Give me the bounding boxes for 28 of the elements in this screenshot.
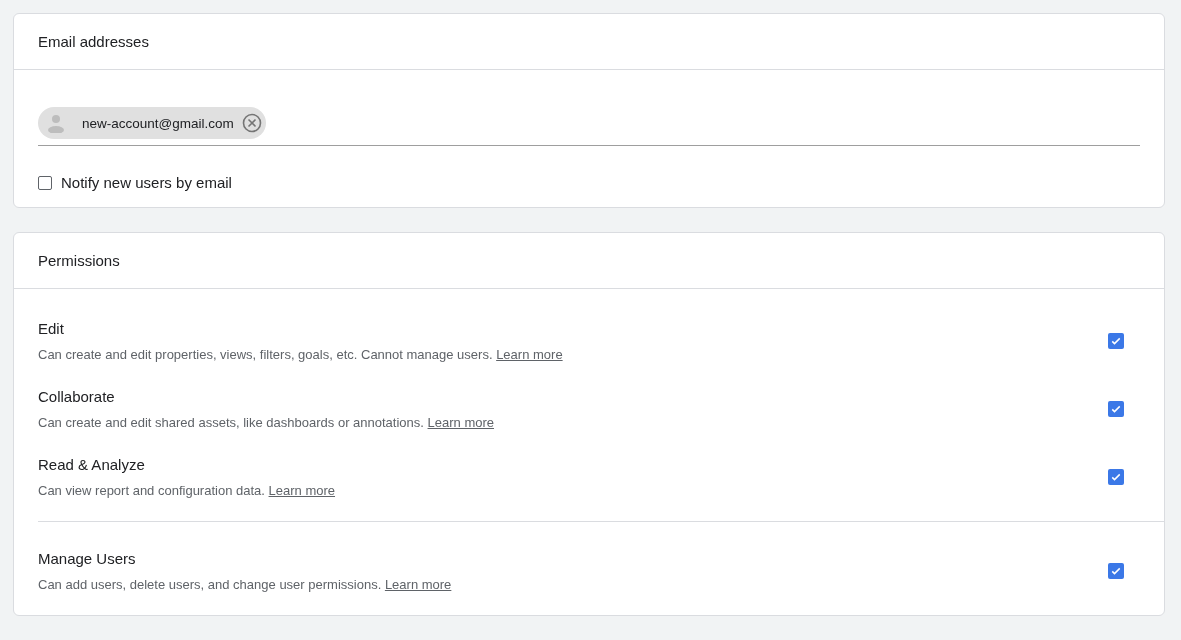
permission-name: Collaborate	[38, 388, 116, 405]
learn-more-link[interactable]: Learn more	[268, 483, 336, 498]
check-icon	[1110, 565, 1122, 577]
check-icon	[1110, 335, 1122, 347]
check-icon	[1110, 403, 1122, 415]
permission-name: Read & Analyze	[38, 456, 146, 473]
learn-more-link[interactable]: Learn more	[427, 415, 494, 430]
remove-icon[interactable]	[241, 113, 262, 133]
email-address: new-account@gmail.com	[82, 115, 234, 131]
permission-description: Can add users, delete users, and change user permissions. Learn more	[38, 577, 452, 592]
permission-checkbox[interactable]	[1108, 469, 1124, 485]
checkbox-label: Notify new users by email	[61, 174, 232, 191]
card-title: Email addresses	[38, 33, 149, 50]
card-title: Permissions	[38, 252, 120, 269]
learn-more-link[interactable]: Learn more	[496, 347, 563, 362]
learn-more-link[interactable]: Learn more	[384, 577, 452, 592]
person-icon	[46, 113, 66, 133]
permission-name: Edit	[38, 320, 65, 337]
permission-name: Manage Users	[38, 550, 137, 567]
permission-description: Can view report and configuration data. Learn more	[38, 483, 336, 498]
notify-checkbox[interactable]	[38, 175, 52, 190]
permission-checkbox[interactable]	[1108, 333, 1124, 349]
email-input-field[interactable]: new-account@gmail.com	[38, 107, 1140, 146]
permission-checkbox[interactable]	[1108, 563, 1124, 579]
permission-description: Can create and edit properties, views, filters, goals, etc. Cannot manage users. Learn more	[38, 347, 563, 362]
permission-description: Can create and edit shared assets, like dashboards or annotations. Learn more	[38, 415, 494, 430]
permission-checkbox[interactable]	[1108, 401, 1124, 417]
check-icon	[1110, 471, 1122, 483]
